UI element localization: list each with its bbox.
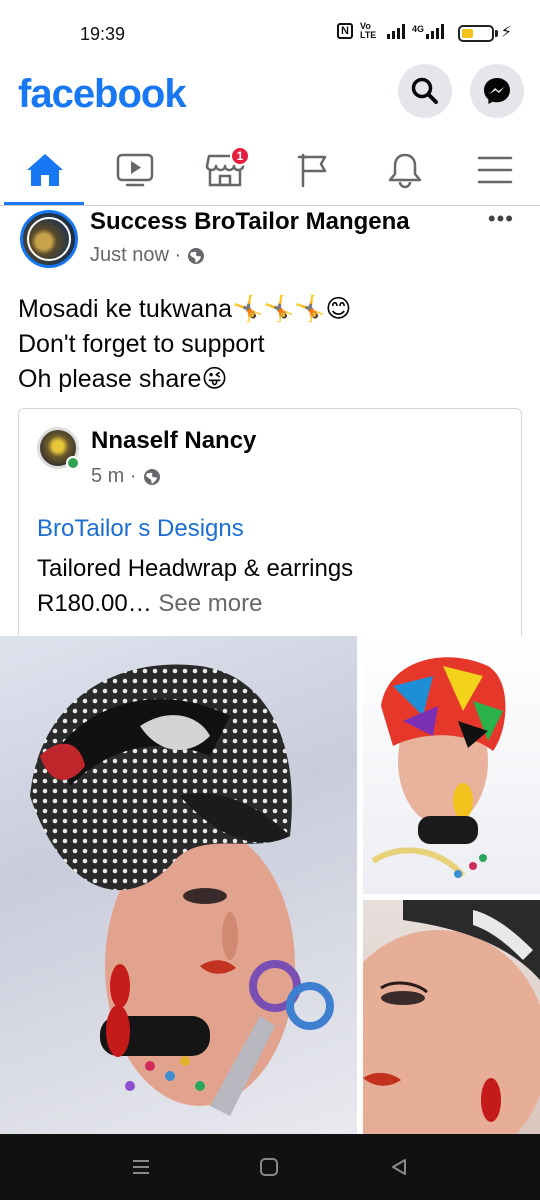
search-button[interactable]: [398, 64, 452, 118]
globe-icon: [188, 247, 205, 264]
author-avatar[interactable]: [20, 210, 78, 268]
status-bar: 19:39 N Vo LTE 4G ⚡: [0, 0, 540, 70]
pages-flag-icon: [297, 153, 327, 188]
signal-icon: [386, 23, 405, 39]
post-photo-1[interactable]: [0, 636, 357, 1134]
watch-icon: [116, 153, 154, 187]
post-options-icon[interactable]: •••: [488, 206, 514, 232]
colorful-headwrap-image: [371, 657, 506, 878]
shared-meta: 5 m ·: [91, 465, 161, 488]
nfc-icon: N: [337, 23, 353, 39]
globe-icon: [143, 468, 160, 485]
post-header: Success BroTailor Mangena Just now · •••: [0, 206, 540, 276]
app-header: facebook: [0, 64, 540, 120]
recent-apps-icon: [133, 1160, 149, 1174]
post-author[interactable]: Success BroTailor Mangena: [90, 208, 410, 236]
messenger-button[interactable]: [470, 64, 524, 118]
home-icon: [27, 154, 63, 186]
status-icons: N Vo LTE 4G: [337, 22, 444, 40]
shared-text: Tailored Headwrap & earrings R180.00… Se…: [37, 551, 353, 621]
battery-tip: [495, 30, 498, 37]
back-button[interactable]: [384, 1154, 414, 1180]
headwrap-mannequin-image: [30, 664, 334, 1116]
post-photo-3[interactable]: [363, 900, 540, 1134]
post-text: Mosadi ke tukwana🤸🤸🤸😊 Don't forget to su…: [18, 292, 351, 397]
system-nav-bar: [0, 1134, 540, 1200]
recent-apps-button[interactable]: [126, 1154, 156, 1180]
shared-page-link[interactable]: BroTailor s Designs: [37, 515, 244, 543]
shared-post-card[interactable]: Nnaself Nancy 5 m · BroTailor s Designs …: [18, 408, 522, 636]
post-time[interactable]: Just now ·: [90, 244, 181, 267]
tab-menu[interactable]: [450, 136, 540, 204]
notifications-bell-icon: [388, 153, 422, 189]
back-icon: [392, 1159, 406, 1175]
facebook-logo[interactable]: facebook: [18, 72, 187, 117]
menu-icon: [477, 156, 513, 184]
post-meta: Just now ·: [90, 244, 205, 267]
tab-watch[interactable]: [90, 136, 180, 204]
price-text: R180.00…: [37, 590, 152, 617]
status-time: 19:39: [80, 24, 126, 44]
shared-text-line: Tailored Headwrap & earrings: [37, 555, 354, 582]
post-text-line: Mosadi ke tukwana🤸🤸🤸😊: [18, 295, 352, 323]
home-circle-icon: [260, 1158, 278, 1176]
post-text-line: Don't forget to support: [18, 330, 265, 358]
shared-time[interactable]: 5 m ·: [91, 465, 137, 488]
main-nav: 1: [0, 136, 540, 206]
tab-pages[interactable]: [270, 136, 360, 204]
search-icon: [411, 77, 438, 104]
volte-icon: Vo LTE: [359, 21, 377, 40]
shared-author[interactable]: Nnaself Nancy: [91, 427, 256, 455]
active-tab-indicator: [4, 202, 84, 205]
home-system-button[interactable]: [254, 1154, 284, 1180]
post-text-line: Oh please share😜: [18, 365, 228, 393]
shared-text-line: R180.00… See more: [37, 586, 353, 621]
marketplace-badge: 1: [230, 146, 250, 166]
battery-icon: [458, 25, 494, 42]
post-photo-2[interactable]: [363, 636, 540, 894]
charging-icon: ⚡: [500, 24, 512, 41]
mannequin-closeup-image: [363, 900, 540, 1134]
tab-marketplace[interactable]: 1: [180, 136, 270, 204]
tab-home[interactable]: [0, 136, 90, 205]
see-more-link[interactable]: See more: [158, 590, 262, 617]
tab-notifications[interactable]: [360, 136, 450, 204]
4g-signal-icon: 4G: [412, 23, 444, 39]
messenger-icon: [484, 78, 510, 104]
online-status-dot: [66, 456, 80, 470]
